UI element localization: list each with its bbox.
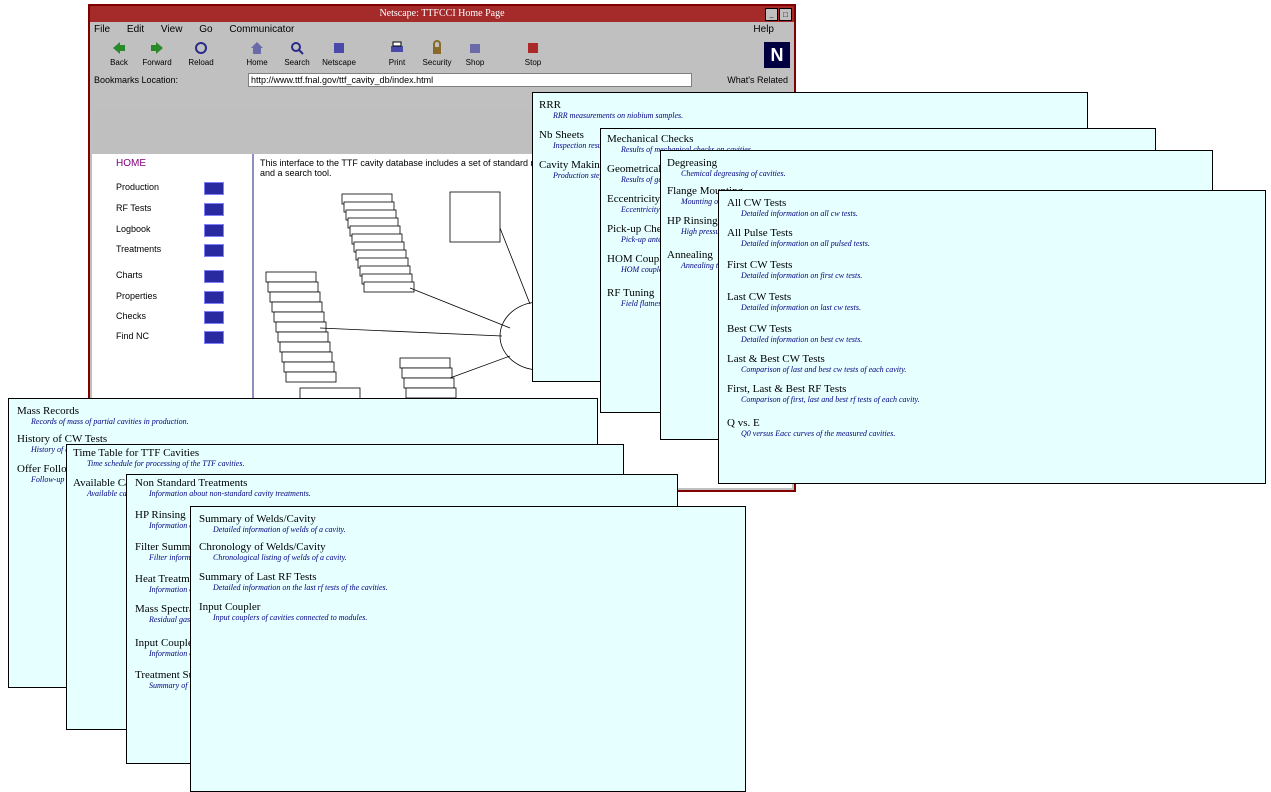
reload-button[interactable]: Reload (184, 40, 218, 67)
menu-file[interactable]: File (94, 24, 110, 35)
nav-find-nc[interactable]: Find NC (116, 331, 149, 341)
whats-related-button[interactable]: What's Related (727, 72, 788, 88)
list-item[interactable]: Best CW Tests Detailed information on be… (727, 323, 862, 344)
security-button[interactable]: Security (420, 40, 454, 67)
home-link[interactable]: HOME (116, 158, 146, 169)
lock-icon (433, 40, 441, 54)
forward-button[interactable]: Forward (140, 40, 174, 67)
list-item[interactable]: RRR RRR measurements on niobium samples. (539, 99, 683, 120)
list-item[interactable]: Q vs. E Q0 versus Eacc curves of the mea… (727, 417, 895, 438)
nav-logbook-button[interactable] (204, 224, 224, 237)
nav-rf-tests-button[interactable] (204, 203, 224, 216)
report-panel-welds: Summary of Welds/Cavity Detailed informa… (190, 506, 746, 792)
maximize-icon[interactable]: □ (779, 8, 792, 21)
list-item[interactable]: Last & Best CW Tests Comparison of last … (727, 353, 906, 374)
home-icon (251, 42, 263, 54)
nav-treatments-button[interactable] (204, 244, 224, 257)
search-button[interactable]: Search (280, 40, 314, 67)
database-diagram (265, 191, 560, 401)
menu-help[interactable]: Help (753, 22, 774, 38)
title-bar[interactable]: Netscape: TTFCCI Home Page _ □ (90, 6, 794, 22)
nav-checks[interactable]: Checks (116, 311, 146, 321)
shop-button[interactable]: Shop (458, 40, 492, 67)
menu-edit[interactable]: Edit (127, 24, 144, 35)
intro-text: This interface to the TTF cavity databas… (260, 158, 559, 178)
nav-production[interactable]: Production (116, 182, 159, 192)
search-icon (291, 42, 304, 55)
menu-view[interactable]: View (161, 24, 183, 35)
list-item[interactable]: Chronology of Welds/Cavity Chronological… (199, 541, 347, 562)
nav-charts[interactable]: Charts (116, 270, 143, 280)
nav-properties[interactable]: Properties (116, 291, 157, 301)
minimize-icon[interactable]: _ (765, 8, 778, 21)
list-item[interactable]: All Pulse Tests Detailed information on … (727, 227, 870, 248)
menu-bar: File Edit View Go Communicator Help (90, 22, 794, 38)
home-button[interactable]: Home (240, 40, 274, 67)
list-item[interactable]: Input Coupler Input couplers of cavities… (199, 601, 367, 622)
netscape-logo[interactable]: N (764, 42, 790, 68)
print-icon (391, 41, 403, 52)
list-item[interactable]: Time Table for TTF Cavities Time schedul… (73, 447, 244, 468)
forward-arrow-icon (151, 42, 163, 54)
list-item[interactable]: Non Standard Treatments Information abou… (135, 477, 311, 498)
report-panel-rf-tests: All CW Tests Detailed information on all… (718, 190, 1266, 484)
list-item[interactable]: Last CW Tests Detailed information on la… (727, 291, 861, 312)
nav-charts-button[interactable] (204, 270, 224, 283)
nav-logbook[interactable]: Logbook (116, 224, 151, 234)
netscape-button[interactable]: Netscape (322, 40, 356, 67)
list-item[interactable]: Summary of Welds/Cavity Detailed informa… (199, 513, 346, 534)
list-item[interactable]: All CW Tests Detailed information on all… (727, 197, 858, 218)
shop-icon (470, 44, 480, 53)
nav-production-button[interactable] (204, 182, 224, 195)
menu-communicator[interactable]: Communicator (229, 24, 294, 35)
url-input[interactable]: http://www.ttf.fnal.gov/ttf_cavity_db/in… (248, 73, 692, 87)
location-label[interactable]: Bookmarks Location: (94, 72, 178, 88)
navigation-toolbar: Back Forward Reload Home Search Netscape… (90, 38, 794, 72)
list-item[interactable]: First CW Tests Detailed information on f… (727, 259, 862, 280)
back-button[interactable]: Back (102, 40, 136, 67)
menu-go[interactable]: Go (199, 24, 212, 35)
list-item[interactable]: First, Last & Best RF Tests Comparison o… (727, 383, 920, 404)
list-item[interactable]: Mass Records Records of mass of partial … (17, 405, 189, 426)
stop-button[interactable]: Stop (516, 40, 550, 67)
nav-find-nc-button[interactable] (204, 331, 224, 344)
reload-icon (195, 42, 207, 54)
window-title: Netscape: TTFCCI Home Page (379, 8, 505, 19)
back-arrow-icon (113, 42, 125, 54)
nav-checks-button[interactable] (204, 311, 224, 324)
list-item[interactable]: Summary of Last RF Tests Detailed inform… (199, 571, 388, 592)
stop-icon (528, 43, 538, 53)
print-button[interactable]: Print (380, 40, 414, 67)
nav-properties-button[interactable] (204, 291, 224, 304)
location-bar: Bookmarks Location: http://www.ttf.fnal.… (90, 72, 794, 88)
list-item[interactable]: Degreasing Chemical degreasing of caviti… (667, 157, 786, 178)
netscape-guide-icon (334, 43, 344, 53)
nav-treatments[interactable]: Treatments (116, 244, 161, 254)
nav-rf-tests[interactable]: RF Tests (116, 203, 151, 213)
